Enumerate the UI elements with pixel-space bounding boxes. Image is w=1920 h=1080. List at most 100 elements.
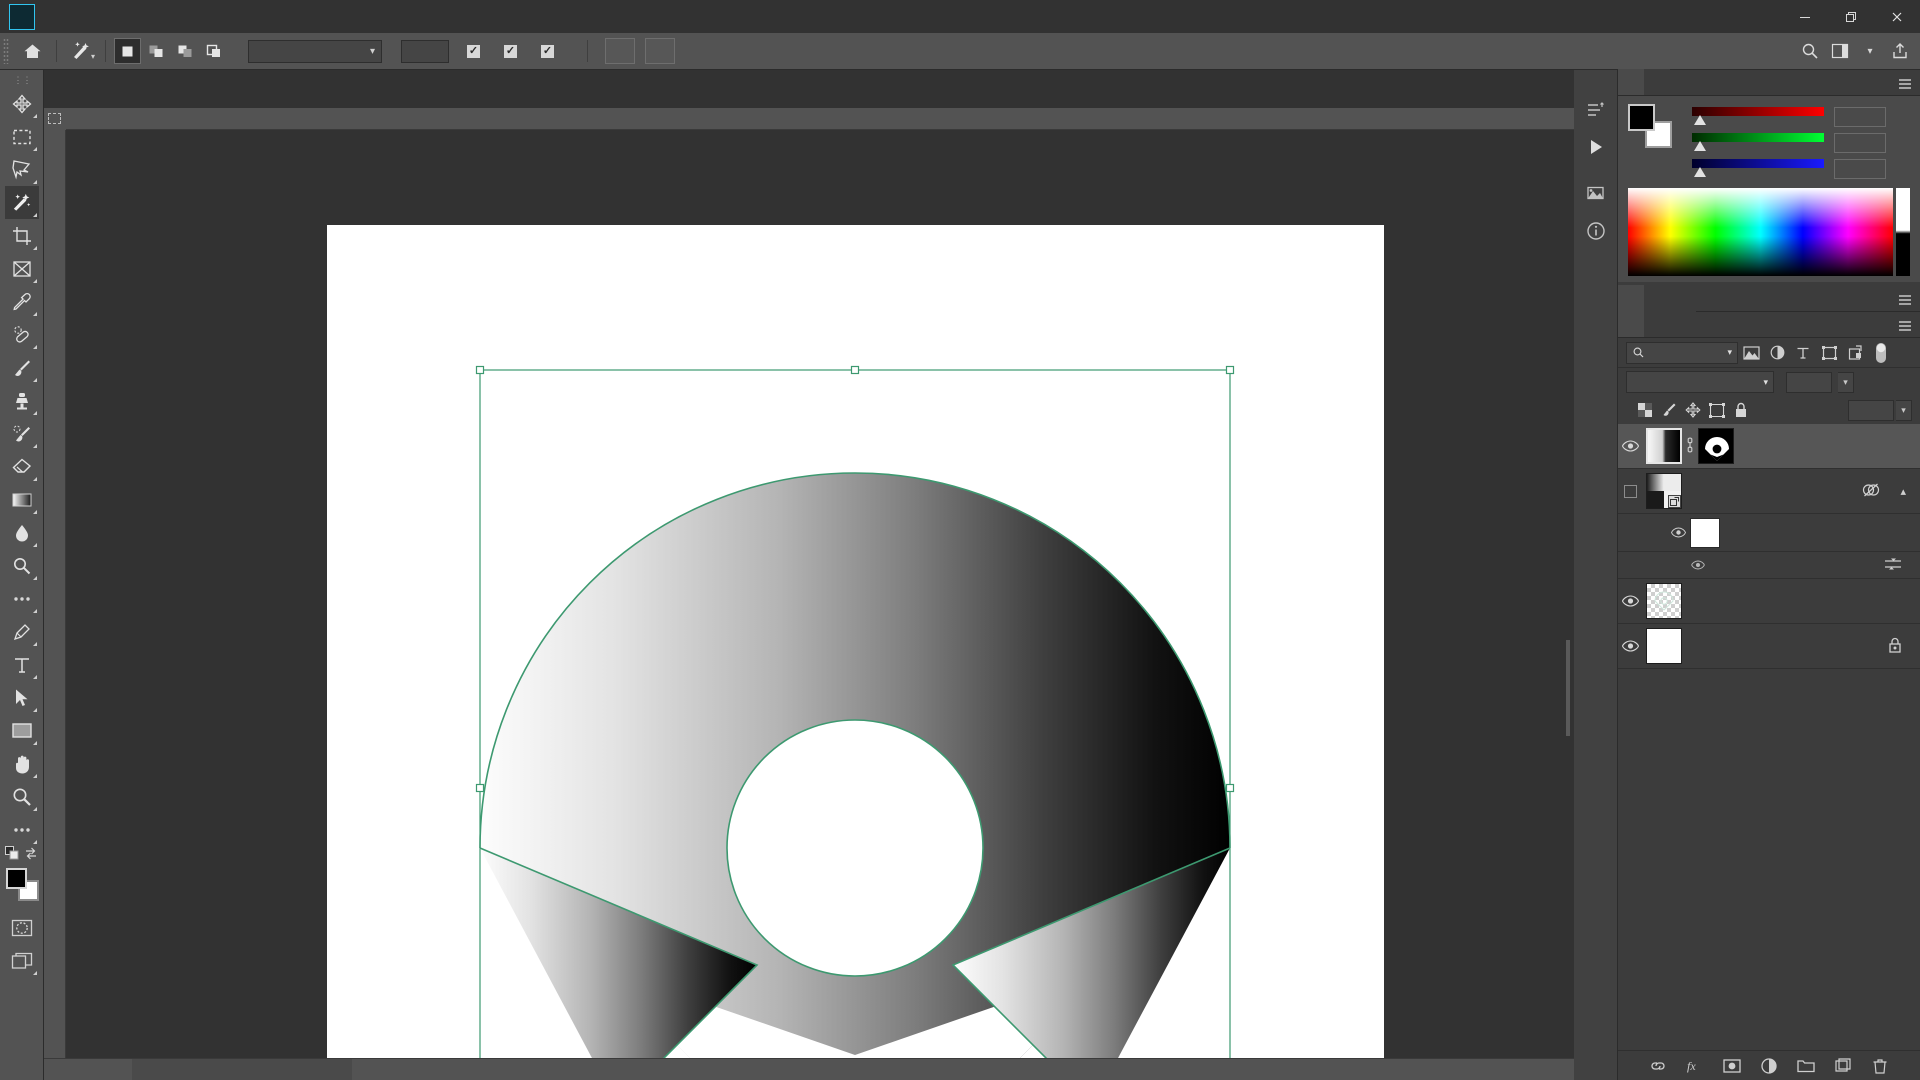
menu-item-select[interactable] [161, 0, 183, 33]
canvas-viewport[interactable] [66, 130, 1574, 1080]
blur-tool[interactable] [5, 516, 39, 549]
contiguous-checkbox[interactable]: ✓ [504, 44, 523, 58]
chevron-up-icon[interactable]: ▴ [1900, 485, 1906, 498]
tab-layers[interactable] [1618, 311, 1644, 337]
more-tools-icon[interactable] [5, 582, 39, 615]
smart-filter-row-polar-coordinates[interactable] [1618, 552, 1920, 579]
layer-kind-select[interactable]: ▾ [1626, 341, 1738, 364]
eraser-tool[interactable] [5, 450, 39, 483]
layer-row-layer-1[interactable] [1618, 579, 1920, 624]
default-colors-icon[interactable] [4, 846, 20, 861]
lock-artboard-nesting-icon[interactable] [1706, 399, 1728, 421]
opacity-input[interactable] [1786, 371, 1832, 393]
tools-panel-grip[interactable]: ⋮⋮ [14, 76, 32, 85]
pen-tool[interactable] [5, 615, 39, 648]
tab-swatches[interactable] [1644, 69, 1670, 95]
chevron-down-icon[interactable]: ▾ [1856, 37, 1884, 65]
lock-position-icon[interactable] [1682, 399, 1704, 421]
color-ramp-strip[interactable] [1896, 188, 1910, 276]
brush-tool[interactable] [5, 351, 39, 384]
pixel-layers-filter-icon[interactable] [1738, 341, 1764, 365]
menu-item-3d[interactable] [205, 0, 227, 33]
menu-item-filter[interactable] [183, 0, 205, 33]
menu-item-layer[interactable] [117, 0, 139, 33]
frame-tool[interactable] [5, 252, 39, 285]
adjustments-panel-icon[interactable] [1581, 180, 1611, 210]
edit-toolbar-icon[interactable] [5, 813, 39, 846]
panel-menu-icon[interactable] [1898, 320, 1912, 335]
smart-filter-icon[interactable] [1862, 482, 1880, 501]
adjustment-layers-filter-icon[interactable] [1764, 341, 1790, 365]
slider-track-b[interactable] [1692, 158, 1824, 180]
canvas-scrollbar[interactable] [1566, 640, 1570, 736]
lock-all-icon[interactable] [1888, 637, 1902, 656]
link-layers-icon[interactable] [1685, 437, 1695, 456]
artboard[interactable] [327, 225, 1384, 1080]
foreground-color-swatch[interactable] [1628, 104, 1655, 131]
add-layer-style-icon[interactable]: fx [1684, 1055, 1706, 1077]
clone-stamp-tool[interactable] [5, 384, 39, 417]
close-button[interactable] [1874, 0, 1920, 33]
eyedropper-tool[interactable] [5, 285, 39, 318]
color-spectrum-field[interactable] [1628, 188, 1893, 276]
home-button[interactable] [15, 37, 49, 65]
new-layer-icon[interactable] [1832, 1055, 1854, 1077]
healing-brush-tool[interactable] [5, 318, 39, 351]
layer-mask-thumbnail[interactable] [1698, 428, 1734, 464]
active-tool-icon-magic-wand[interactable]: ▾ [64, 37, 98, 65]
history-brush-tool[interactable] [5, 417, 39, 450]
actions-play-icon[interactable] [1581, 132, 1611, 162]
layer-thumbnail[interactable] [1646, 473, 1682, 509]
layer-visibility-toggle[interactable] [1618, 579, 1642, 624]
swap-colors-icon[interactable] [24, 846, 39, 861]
maximize-button[interactable] [1828, 0, 1874, 33]
doc-size-field[interactable] [132, 1058, 352, 1080]
shape-layers-filter-icon[interactable] [1816, 341, 1842, 365]
path-selection-tool[interactable] [5, 681, 39, 714]
sample-size-select[interactable]: ▾ [248, 39, 382, 63]
tab-adjustments[interactable] [1644, 285, 1670, 311]
link-layers-icon[interactable] [1647, 1055, 1669, 1077]
layer-filter-toggle[interactable] [1868, 341, 1894, 365]
delete-layer-icon[interactable] [1869, 1055, 1891, 1077]
smart-object-filter-icon[interactable] [1842, 341, 1868, 365]
sample-all-layers-checkbox[interactable]: ✓ [541, 44, 560, 58]
add-layer-mask-icon[interactable] [1721, 1055, 1743, 1077]
layer-row-layer-2[interactable]: ▴ [1618, 469, 1920, 514]
fill-chevron-down-icon[interactable]: ▾ [1896, 399, 1912, 421]
intersect-with-selection-button[interactable] [201, 38, 228, 64]
layer-row-layer-2-copy[interactable] [1618, 424, 1920, 469]
layer-thumbnail[interactable] [1646, 428, 1682, 464]
slider-thumb-g[interactable] [1694, 141, 1706, 151]
rectangular-marquee-tool[interactable] [5, 120, 39, 153]
gradient-tool[interactable] [5, 483, 39, 516]
new-adjustment-layer-icon[interactable] [1758, 1055, 1780, 1077]
color-spectrum[interactable] [1628, 188, 1910, 276]
layer-row-background[interactable] [1618, 624, 1920, 669]
layer-visibility-toggle[interactable] [1618, 469, 1642, 514]
type-tool[interactable] [5, 648, 39, 681]
panel-menu-icon[interactable] [1898, 294, 1912, 309]
info-panel-icon[interactable] [1581, 216, 1611, 246]
screen-mode-icon[interactable] [5, 944, 39, 977]
slider-thumb-b[interactable] [1694, 167, 1706, 177]
lock-transparent-pixels-icon[interactable] [1634, 399, 1656, 421]
zoom-tool[interactable] [5, 780, 39, 813]
anti-alias-checkbox[interactable]: ✓ [467, 44, 486, 58]
select-and-mask-button[interactable] [645, 38, 675, 64]
menu-item-edit[interactable] [73, 0, 95, 33]
minimize-button[interactable] [1782, 0, 1828, 33]
layer-visibility-toggle[interactable] [1618, 624, 1642, 669]
slider-value-b[interactable] [1834, 159, 1886, 179]
smart-filters-row[interactable] [1618, 514, 1920, 552]
rectangle-tool[interactable] [5, 714, 39, 747]
lock-all-icon[interactable] [1730, 399, 1752, 421]
blend-mode-select[interactable]: ▾ [1626, 371, 1774, 393]
crop-tool[interactable] [5, 219, 39, 252]
dodge-tool[interactable] [5, 549, 39, 582]
hand-tool[interactable] [5, 747, 39, 780]
slider-value-g[interactable] [1834, 133, 1886, 153]
history-panel-icon[interactable] [1581, 96, 1611, 126]
slider-track-r[interactable] [1692, 106, 1824, 128]
menu-item-type[interactable] [139, 0, 161, 33]
